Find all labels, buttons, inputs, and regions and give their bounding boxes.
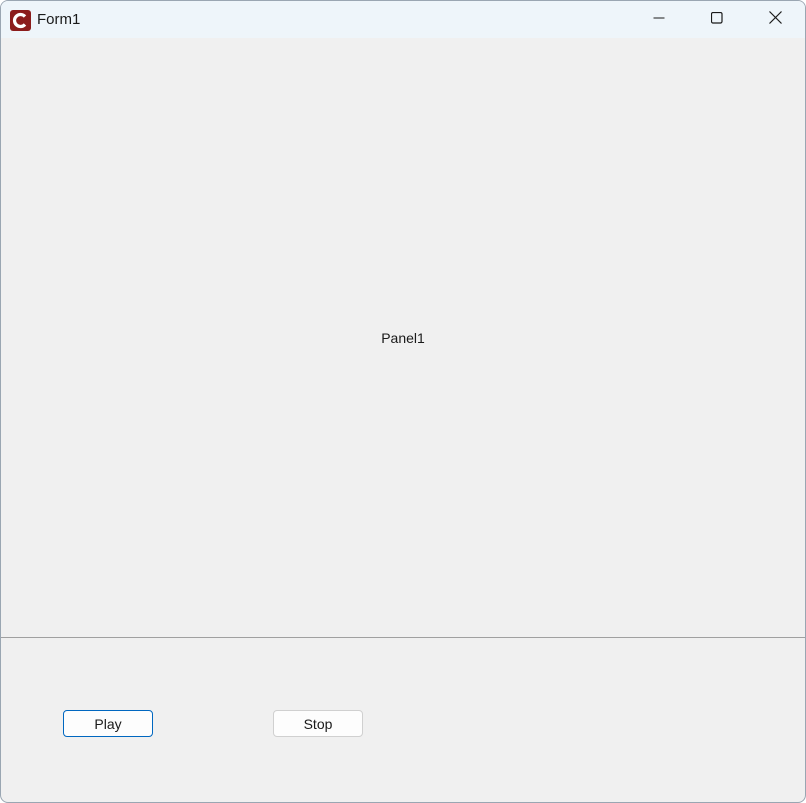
form-window: Form1 Panel1 Play Stop (0, 0, 806, 803)
panel1: Panel1 (1, 38, 805, 638)
maximize-button[interactable] (688, 1, 746, 38)
title-bar[interactable]: Form1 (1, 1, 805, 38)
panel-caption: Panel1 (381, 330, 425, 346)
close-button[interactable] (746, 1, 804, 38)
minimize-icon (653, 11, 665, 29)
close-icon (768, 10, 782, 29)
window-title: Form1 (37, 11, 81, 28)
app-c-icon (10, 10, 31, 31)
play-button[interactable]: Play (63, 710, 153, 737)
stop-button[interactable]: Stop (273, 710, 363, 737)
maximize-icon (710, 11, 723, 29)
minimize-button[interactable] (630, 1, 688, 38)
